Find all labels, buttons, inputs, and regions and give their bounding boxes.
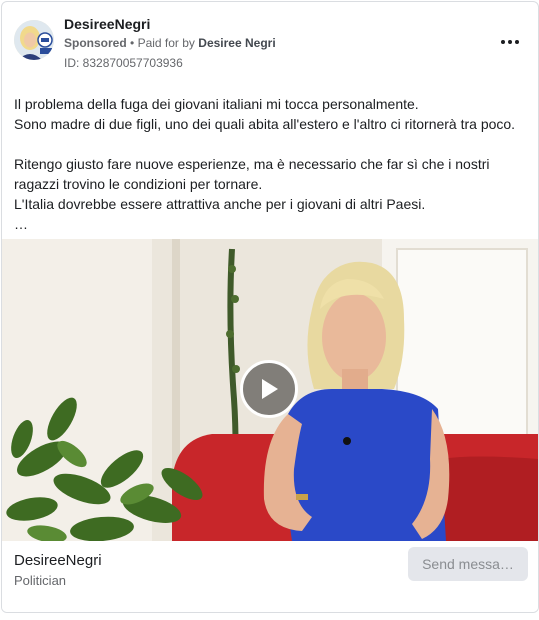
send-message-button[interactable]: Send messa… — [408, 547, 528, 581]
body-line: L'Italia dovrebbe essere attrattiva anch… — [14, 196, 426, 212]
page-name-link[interactable]: DesireeNegri — [64, 16, 150, 32]
footer-page-name[interactable]: DesireeNegri — [14, 552, 102, 569]
play-icon — [262, 379, 278, 399]
sponsor-line: Sponsored • Paid for by Desiree Negri — [64, 36, 276, 50]
ad-header: DesireeNegri Sponsored • Paid for by Des… — [2, 2, 538, 78]
play-button[interactable] — [240, 360, 298, 418]
ad-footer: DesireeNegri Politician Send messa… — [2, 541, 538, 612]
more-horizontal-icon — [500, 40, 521, 44]
footer-category: Politician — [14, 573, 67, 588]
paid-for-name: Desiree Negri — [198, 36, 276, 50]
ad-body-text: Il problema della fuga dei giovani itali… — [14, 94, 526, 234]
body-line: ragazzi trovino le condizioni per tornar… — [14, 176, 263, 192]
body-line: Il problema della fuga dei giovani itali… — [14, 96, 419, 112]
page-avatar[interactable] — [14, 20, 54, 60]
more-options-button[interactable] — [498, 32, 522, 52]
video-thumbnail[interactable] — [2, 239, 538, 541]
avatar-image — [14, 20, 54, 60]
ad-id: ID: 832870057703936 — [64, 56, 183, 70]
ad-card: DesireeNegri Sponsored • Paid for by Des… — [1, 1, 539, 613]
body-line-gap — [14, 134, 526, 154]
sponsored-label: Sponsored — [64, 36, 127, 50]
paid-for-prefix: Paid for by — [137, 36, 195, 50]
see-more-ellipsis[interactable]: … — [14, 214, 526, 234]
separator-dot: • — [130, 36, 135, 50]
body-line: Sono madre di due figli, uno dei quali a… — [14, 116, 516, 132]
body-line: Ritengo giusto fare nuove esperienze, ma… — [14, 156, 490, 172]
